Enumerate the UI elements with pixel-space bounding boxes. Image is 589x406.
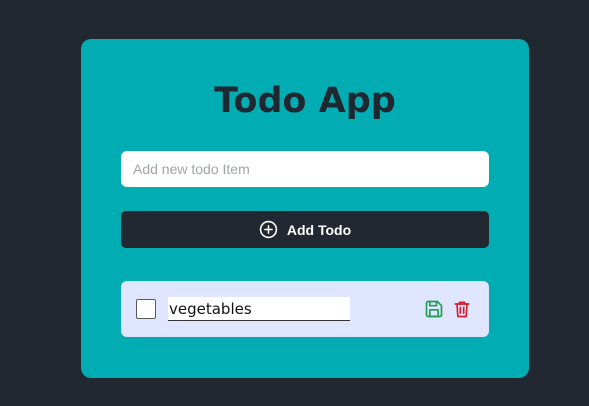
new-todo-input[interactable] xyxy=(121,151,489,187)
add-todo-button[interactable]: Add Todo xyxy=(121,211,489,248)
floppy-disk-icon xyxy=(424,299,444,321)
todo-complete-checkbox[interactable] xyxy=(136,299,156,319)
delete-todo-button[interactable] xyxy=(452,299,474,321)
save-todo-button[interactable] xyxy=(424,299,446,321)
todo-list-item xyxy=(121,281,489,337)
trash-icon xyxy=(452,299,472,321)
page-title: Todo App xyxy=(214,81,396,121)
todo-card: Todo App Add Todo xyxy=(81,39,529,378)
add-todo-label: Add Todo xyxy=(286,221,352,238)
todo-text-field[interactable] xyxy=(168,297,350,321)
plus-circle-icon xyxy=(259,220,278,239)
